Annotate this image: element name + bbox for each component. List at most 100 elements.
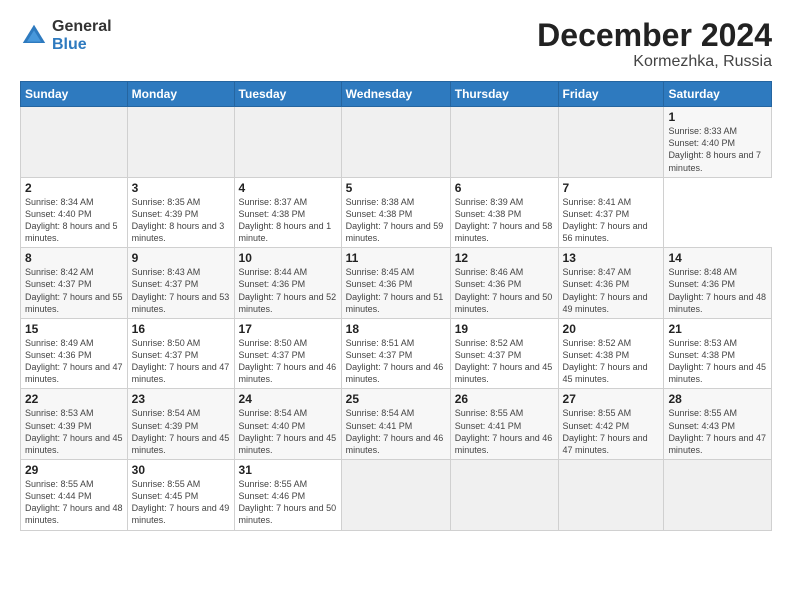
day-cell: 15 Sunrise: 8:49 AMSunset: 4:36 PMDayligh… (21, 318, 128, 389)
day-info: Sunrise: 8:50 AMSunset: 4:37 PMDaylight:… (239, 338, 337, 384)
day-number: 18 (346, 322, 446, 336)
day-cell: 28 Sunrise: 8:55 AMSunset: 4:43 PMDayligh… (664, 389, 772, 460)
day-info: Sunrise: 8:50 AMSunset: 4:37 PMDaylight:… (132, 338, 230, 384)
empty-cell (341, 107, 450, 178)
day-info: Sunrise: 8:35 AMSunset: 4:39 PMDaylight:… (132, 197, 225, 243)
day-info: Sunrise: 8:39 AMSunset: 4:38 PMDaylight:… (455, 197, 553, 243)
logo: General Blue (20, 18, 112, 53)
day-cell (664, 460, 772, 531)
day-number: 21 (668, 322, 767, 336)
day-info: Sunrise: 8:52 AMSunset: 4:38 PMDaylight:… (563, 338, 648, 384)
day-cell: 2 Sunrise: 8:34 AMSunset: 4:40 PMDaylight… (21, 177, 128, 248)
title-month: December 2024 (537, 18, 772, 53)
day-info: Sunrise: 8:55 AMSunset: 4:42 PMDaylight:… (563, 408, 648, 454)
calendar-header-row: Sunday Monday Tuesday Wednesday Thursday… (21, 82, 772, 107)
calendar-week-1: 1 Sunrise: 8:33 AMSunset: 4:40 PMDaylight… (21, 107, 772, 178)
day-number: 14 (668, 251, 767, 265)
day-info: Sunrise: 8:49 AMSunset: 4:36 PMDaylight:… (25, 338, 123, 384)
day-number: 25 (346, 392, 446, 406)
day-number: 23 (132, 392, 230, 406)
day-cell (558, 460, 664, 531)
day-cell: 18 Sunrise: 8:51 AMSunset: 4:37 PMDayligh… (341, 318, 450, 389)
day-number: 7 (563, 181, 660, 195)
logo-general: General (52, 18, 112, 36)
day-cell: 4 Sunrise: 8:37 AMSunset: 4:38 PMDaylight… (234, 177, 341, 248)
day-cell: 13Sunrise: 8:47 AMSunset: 4:36 PMDayligh… (558, 248, 664, 319)
title-block: December 2024 Kormezhka, Russia (537, 18, 772, 71)
day-info: Sunrise: 8:44 AMSunset: 4:36 PMDaylight:… (239, 267, 337, 313)
day-cell: 6 Sunrise: 8:39 AMSunset: 4:38 PMDaylight… (450, 177, 558, 248)
day-info: Sunrise: 8:51 AMSunset: 4:37 PMDaylight:… (346, 338, 444, 384)
day-number: 8 (25, 251, 123, 265)
day-cell: 20 Sunrise: 8:52 AMSunset: 4:38 PMDayligh… (558, 318, 664, 389)
day-number: 12 (455, 251, 554, 265)
empty-cell (234, 107, 341, 178)
day-cell: 5Sunrise: 8:38 AMSunset: 4:38 PMDaylight… (341, 177, 450, 248)
day-cell: 3 Sunrise: 8:35 AMSunset: 4:39 PMDaylight… (127, 177, 234, 248)
day-info: Sunrise: 8:53 AMSunset: 4:38 PMDaylight:… (668, 338, 766, 384)
day-info: Sunrise: 8:45 AMSunset: 4:36 PMDaylight:… (346, 267, 444, 313)
day-cell: 19 Sunrise: 8:52 AMSunset: 4:37 PMDayligh… (450, 318, 558, 389)
day-number: 22 (25, 392, 123, 406)
day-number: 26 (455, 392, 554, 406)
day-number: 19 (455, 322, 554, 336)
calendar-table: Sunday Monday Tuesday Wednesday Thursday… (20, 81, 772, 530)
day-number: 28 (668, 392, 767, 406)
day-number: 20 (563, 322, 660, 336)
day-cell (341, 460, 450, 531)
empty-cell (450, 107, 558, 178)
header-friday: Friday (558, 82, 664, 107)
day-info: Sunrise: 8:52 AMSunset: 4:37 PMDaylight:… (455, 338, 553, 384)
day-info: Sunrise: 8:34 AMSunset: 4:40 PMDaylight:… (25, 197, 118, 243)
day-number: 16 (132, 322, 230, 336)
empty-cell (21, 107, 128, 178)
day-number: 1 (668, 110, 767, 124)
day-cell: 1 Sunrise: 8:33 AMSunset: 4:40 PMDaylight… (664, 107, 772, 178)
header-thursday: Thursday (450, 82, 558, 107)
header-sunday: Sunday (21, 82, 128, 107)
day-cell: 26 Sunrise: 8:55 AMSunset: 4:41 PMDayligh… (450, 389, 558, 460)
day-cell: 31Sunrise: 8:55 AMSunset: 4:46 PMDayligh… (234, 460, 341, 531)
day-info: Sunrise: 8:33 AMSunset: 4:40 PMDaylight:… (668, 126, 761, 172)
day-number: 15 (25, 322, 123, 336)
day-number: 31 (239, 463, 337, 477)
day-number: 29 (25, 463, 123, 477)
day-number: 6 (455, 181, 554, 195)
day-cell: 21 Sunrise: 8:53 AMSunset: 4:38 PMDayligh… (664, 318, 772, 389)
day-info: Sunrise: 8:38 AMSunset: 4:38 PMDaylight:… (346, 197, 444, 243)
logo-blue: Blue (52, 36, 112, 54)
calendar-week-3: 8Sunrise: 8:42 AMSunset: 4:37 PMDaylight… (21, 248, 772, 319)
day-info: Sunrise: 8:43 AMSunset: 4:37 PMDaylight:… (132, 267, 230, 313)
day-number: 30 (132, 463, 230, 477)
day-cell: 17 Sunrise: 8:50 AMSunset: 4:37 PMDayligh… (234, 318, 341, 389)
header-saturday: Saturday (664, 82, 772, 107)
day-number: 2 (25, 181, 123, 195)
day-number: 11 (346, 251, 446, 265)
page: General Blue December 2024 Kormezhka, Ru… (0, 0, 792, 612)
day-number: 4 (239, 181, 337, 195)
day-number: 3 (132, 181, 230, 195)
header: General Blue December 2024 Kormezhka, Ru… (20, 18, 772, 71)
day-cell: 14 Sunrise: 8:48 AMSunset: 4:36 PMDayligh… (664, 248, 772, 319)
day-info: Sunrise: 8:55 AMSunset: 4:45 PMDaylight:… (132, 479, 230, 525)
empty-cell (558, 107, 664, 178)
day-cell: 11 Sunrise: 8:45 AMSunset: 4:36 PMDayligh… (341, 248, 450, 319)
day-number: 27 (563, 392, 660, 406)
day-info: Sunrise: 8:37 AMSunset: 4:38 PMDaylight:… (239, 197, 332, 243)
day-info: Sunrise: 8:55 AMSunset: 4:41 PMDaylight:… (455, 408, 553, 454)
calendar-week-2: 2 Sunrise: 8:34 AMSunset: 4:40 PMDaylight… (21, 177, 772, 248)
title-location: Kormezhka, Russia (537, 53, 772, 71)
day-cell: 30 Sunrise: 8:55 AMSunset: 4:45 PMDayligh… (127, 460, 234, 531)
day-info: Sunrise: 8:55 AMSunset: 4:43 PMDaylight:… (668, 408, 766, 454)
day-info: Sunrise: 8:41 AMSunset: 4:37 PMDaylight:… (563, 197, 648, 243)
logo-icon (20, 22, 48, 50)
day-cell: 27 Sunrise: 8:55 AMSunset: 4:42 PMDayligh… (558, 389, 664, 460)
header-tuesday: Tuesday (234, 82, 341, 107)
day-cell (450, 460, 558, 531)
day-number: 17 (239, 322, 337, 336)
day-number: 10 (239, 251, 337, 265)
day-cell: 9Sunrise: 8:43 AMSunset: 4:37 PMDaylight… (127, 248, 234, 319)
day-info: Sunrise: 8:54 AMSunset: 4:39 PMDaylight:… (132, 408, 230, 454)
day-info: Sunrise: 8:46 AMSunset: 4:36 PMDaylight:… (455, 267, 553, 313)
day-info: Sunrise: 8:48 AMSunset: 4:36 PMDaylight:… (668, 267, 766, 313)
